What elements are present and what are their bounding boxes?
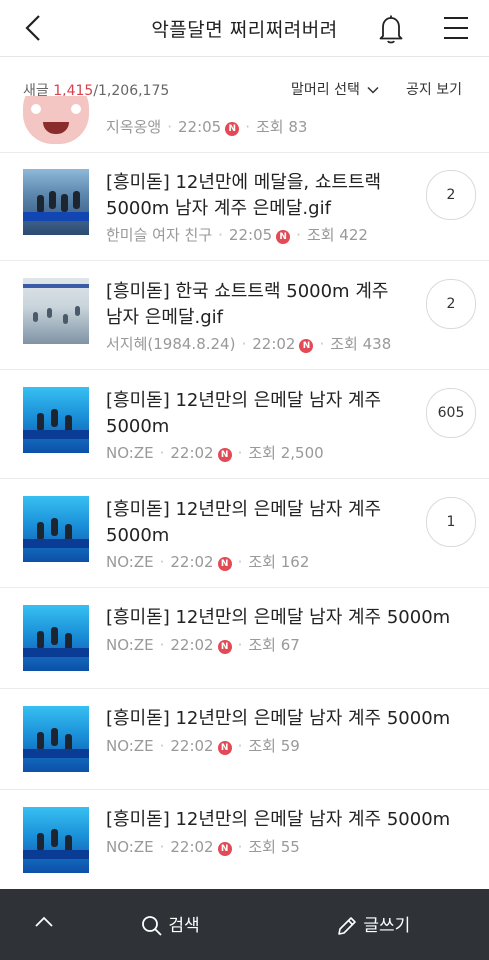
- comment-count-bubble[interactable]: 605: [426, 388, 476, 438]
- post-row[interactable]: [흥미돋] 12년만의 은메달 남자 계주 5000m NO:ZE · 22:02 N…: [0, 588, 489, 689]
- comment-count-bubble[interactable]: 2: [426, 170, 476, 220]
- write-post-button[interactable]: 글쓰기: [336, 911, 410, 937]
- comment-count-bubble[interactable]: 2: [426, 279, 476, 329]
- post-thumbnail: [23, 169, 89, 235]
- comment-count-bubble[interactable]: 1: [426, 497, 476, 547]
- post-time: 22:02: [170, 737, 214, 755]
- post-thumbnail: [23, 496, 89, 562]
- post-meta: NO:ZE · 22:02 N · 조회 2,500: [106, 444, 324, 462]
- post-time: 22:02: [170, 553, 214, 571]
- post-time: 22:05: [177, 118, 222, 136]
- post-views: 조회 162: [248, 553, 310, 571]
- post-row[interactable]: [흥미돋] 12년만에 메달을, 쇼트트랙 5000m 남자 계주 은메달.gif…: [0, 152, 489, 261]
- post-author: NO:ZE: [106, 737, 154, 755]
- new-badge: N: [225, 122, 240, 136]
- post-meta: 지옥옹앵 · 22:05 N · 조회 83: [106, 118, 308, 136]
- post-title: [흥미돋] 12년만의 은메달 남자 계주 5000m: [106, 390, 382, 437]
- new-badge: N: [217, 448, 232, 462]
- new-badge: N: [217, 557, 232, 571]
- post-views: 조회 83: [256, 118, 308, 136]
- search-label: 검색: [168, 916, 200, 936]
- post-time: 22:05: [228, 226, 273, 244]
- post-time: 22:02: [170, 444, 214, 462]
- post-thumbnail: [23, 96, 89, 144]
- post-row[interactable]: [흥미돋] 12년만의 은메달 남자 계주 5000m NO:ZE · 22:02 N…: [0, 790, 489, 889]
- post-thumbnail: [23, 605, 89, 671]
- hamburger-menu-icon[interactable]: [443, 16, 469, 40]
- top-header: 악플달면 쩌리쩌려버려: [0, 0, 489, 57]
- write-label: 글쓰기: [363, 916, 411, 936]
- post-thumbnail: [23, 278, 89, 344]
- search-icon: [142, 916, 162, 936]
- new-badge: N: [217, 842, 232, 856]
- post-author: NO:ZE: [106, 636, 154, 654]
- post-title: [흥미돋] 12년만의 은메달 남자 계주 5000m: [106, 809, 451, 830]
- post-row[interactable]: [흥미돋] 12년만의 은메달 남자 계주 5000m NO:ZE · 22:02 N ·…: [0, 370, 489, 479]
- scroll-top-chevron-icon[interactable]: [34, 915, 54, 929]
- post-title: [흥미돋] 12년만의 은메달 남자 계주 5000m: [106, 708, 451, 729]
- post-views: 조회 59: [248, 737, 300, 755]
- new-badge: N: [299, 339, 314, 353]
- post-meta: 한미슬 여자 친구 · 22:05 N · 조회 422: [106, 226, 368, 244]
- post-title: [흥미돋] 12년만에 메달을, 쇼트트랙 5000m 남자 계주 은메달.gif: [106, 172, 382, 219]
- page-title: 악플달면 쩌리쩌려버려: [151, 19, 338, 41]
- post-views: 조회 2,500: [248, 444, 324, 462]
- post-row[interactable]: [흥미돋] 12년만의 은메달 남자 계주 5000m NO:ZE · 22:02 N ·…: [0, 479, 489, 588]
- post-meta: NO:ZE · 22:02 N · 조회 162: [106, 553, 310, 571]
- post-meta: NO:ZE · 22:02 N · 조회 67: [106, 636, 300, 654]
- post-title: [흥미돋] 12년만의 은메달 남자 계주 5000m: [106, 499, 382, 546]
- post-meta: NO:ZE · 22:02 N · 조회 59: [106, 737, 300, 755]
- post-views: 조회 67: [248, 636, 300, 654]
- new-badge: N: [217, 741, 232, 755]
- post-thumbnail: [23, 807, 89, 873]
- post-author: 서지혜(1984.8.24): [106, 335, 236, 353]
- post-thumbnail: [23, 387, 89, 453]
- chevron-down-icon: [367, 86, 379, 94]
- post-row[interactable]: 지옥옹앵 · 22:05 N · 조회 83: [0, 96, 489, 153]
- bell-icon[interactable]: [374, 12, 408, 46]
- post-views: 조회 422: [306, 226, 368, 244]
- post-views: 조회 438: [330, 335, 392, 353]
- post-time: 22:02: [170, 636, 214, 654]
- post-meta: 서지혜(1984.8.24) · 22:02 N · 조회 438: [106, 335, 392, 353]
- post-meta: NO:ZE · 22:02 N · 조회 55: [106, 838, 300, 856]
- post-author: NO:ZE: [106, 553, 154, 571]
- post-author: 지옥옹앵: [106, 118, 162, 136]
- post-views: 조회 55: [248, 838, 300, 856]
- post-time: 22:02: [252, 335, 296, 353]
- post-title: [흥미돋] 한국 쇼트트랙 5000m 계주 남자 은메달.gif: [106, 281, 389, 328]
- bottom-toolbar: 검색 글쓰기: [0, 889, 489, 960]
- post-author: NO:ZE: [106, 444, 154, 462]
- post-author: 한미슬 여자 친구: [106, 226, 213, 244]
- post-author: NO:ZE: [106, 838, 154, 856]
- post-thumbnail: [23, 706, 89, 772]
- post-row[interactable]: [흥미돋] 한국 쇼트트랙 5000m 계주 남자 은메달.gif 서지혜(198…: [0, 261, 489, 370]
- search-button[interactable]: 검색: [141, 911, 200, 937]
- post-row[interactable]: [흥미돋] 12년만의 은메달 남자 계주 5000m NO:ZE · 22:02 N…: [0, 689, 489, 790]
- pencil-icon: [338, 917, 356, 935]
- new-badge: N: [217, 640, 232, 654]
- new-badge: N: [276, 230, 291, 244]
- post-title: [흥미돋] 12년만의 은메달 남자 계주 5000m: [106, 607, 451, 628]
- post-time: 22:02: [170, 838, 214, 856]
